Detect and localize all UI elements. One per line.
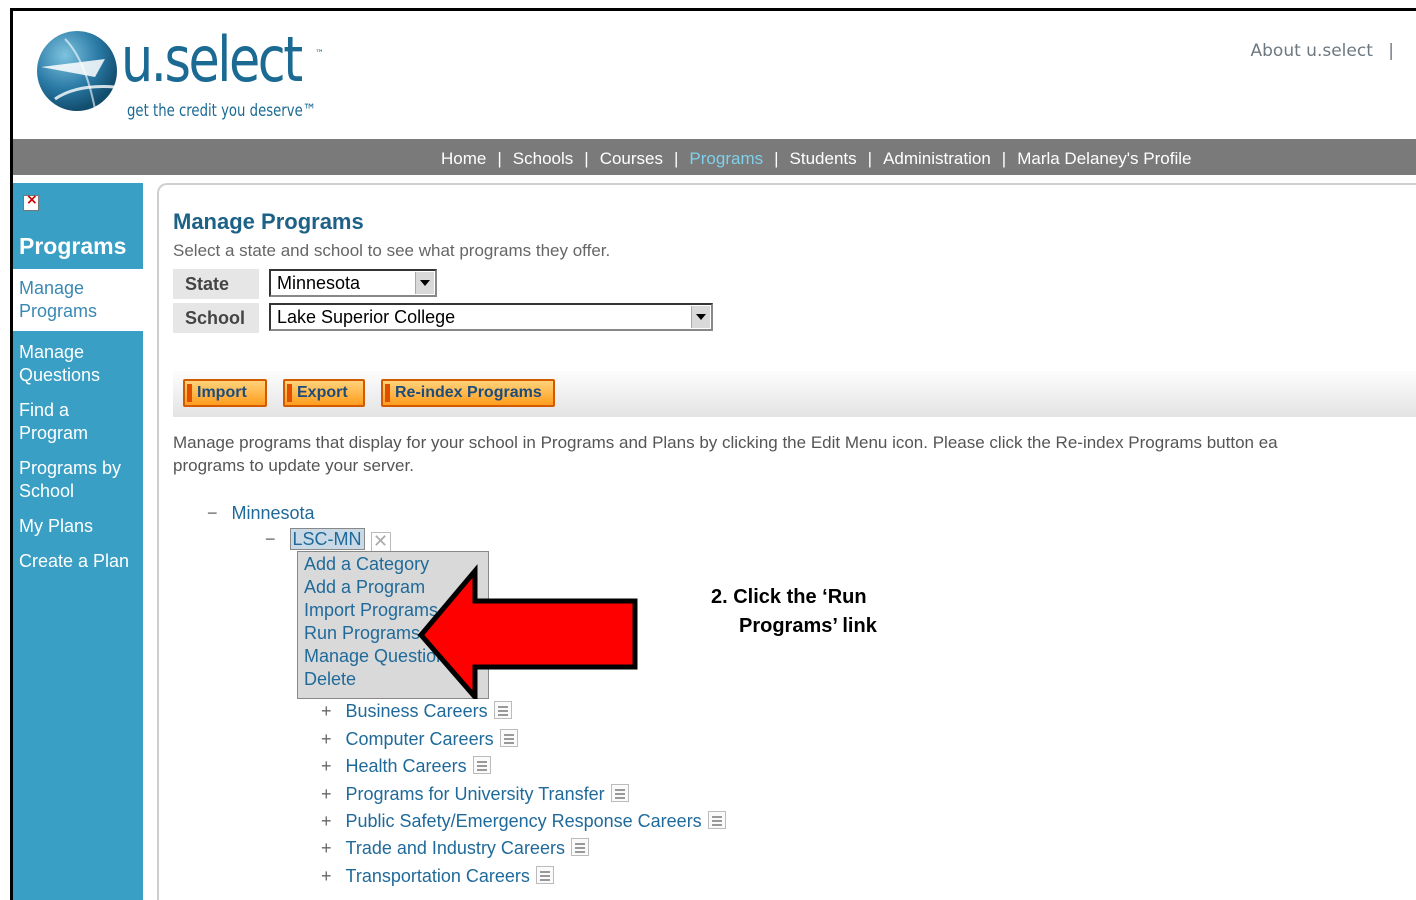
action-toolbar: Import Export Re-index Programs [173,371,1416,417]
expand-toggle[interactable]: + [321,866,332,886]
logo-tagline: get the credit you deserve™ [127,101,317,121]
tree-category-item: + Business Careers [321,701,512,722]
chevron-down-icon[interactable] [691,306,710,328]
collapse-toggle[interactable]: − [265,529,276,549]
sidebar-title: Programs [19,233,127,259]
tree-node-lscmn-label[interactable]: LSC-MN [289,528,365,550]
red-arrow-annotation [417,564,638,699]
collapse-toggle[interactable]: − [207,503,218,523]
nav-administration[interactable]: Administration [883,149,991,168]
page-frame: u.select ™ get the credit you deserve™ A… [10,8,1416,900]
expand-toggle[interactable]: + [321,811,332,831]
edit-menu-icon[interactable] [707,811,726,829]
tree-node-root: − Minnesota [207,503,315,524]
menu-item-add-category[interactable]: Add a Category [304,554,429,575]
nav-separator: | [1001,149,1007,168]
main-nav-bar: Home | Schools | Courses | Programs | Students | A… [13,139,1416,175]
edit-menu-icon[interactable] [570,838,589,856]
edit-menu-icon[interactable] [535,866,554,884]
tree-category-item: + Computer Careers [321,729,518,750]
about-link[interactable]: About u.select [1251,41,1373,61]
category-label[interactable]: Transportation Careers [346,866,530,886]
annotation-text: 2. Click the ‘Run Programs’ link [711,583,877,641]
edit-menu-icon[interactable] [499,729,518,747]
tree-category-item: + Health Careers [321,756,491,777]
menu-item-run-programs[interactable]: Run Programs [304,623,420,644]
category-label[interactable]: Public Safety/Emergency Response Careers [346,811,702,831]
page-title: Manage Programs [173,209,364,234]
sidebar-item-my-plans[interactable]: My Plans [13,511,143,546]
state-select-value: Minnesota [277,273,361,293]
nav-separator: | [674,149,679,168]
category-label[interactable]: Computer Careers [346,729,494,749]
expand-toggle[interactable]: + [321,784,332,804]
tree-category-item: + Trade and Industry Careers [321,838,589,859]
nav-separator: | [584,149,589,168]
menu-item-delete[interactable]: Delete [304,669,356,690]
chevron-down-icon[interactable] [415,272,434,294]
state-select[interactable]: Minnesota [269,269,437,297]
tree-node-lscmn: − LSC-MN ✕ [265,528,391,552]
nav-separator: | [497,149,502,168]
expand-toggle[interactable]: + [321,729,332,749]
sidebar-item-manage-questions[interactable]: Manage Questions [13,337,143,395]
instructions-text: Manage programs that display for your sc… [173,431,1416,477]
expand-toggle[interactable]: + [321,701,332,721]
edit-menu-icon[interactable] [610,784,629,802]
nav-programs[interactable]: Programs [689,149,763,168]
globe-logo-icon [37,31,117,111]
nav-schools[interactable]: Schools [513,149,573,168]
nav-separator: | [867,149,873,168]
reindex-programs-button[interactable]: Re-index Programs [381,379,555,407]
nav-courses[interactable]: Courses [600,149,663,168]
sidebar: Programs Manage Programs Manage Question… [13,183,143,900]
sidebar-item-manage-programs[interactable]: Manage Programs [13,269,143,331]
instructions-line-2: programs to update your server. [173,456,414,475]
top-link-separator: | [1388,41,1394,61]
category-label[interactable]: Health Careers [346,756,467,776]
school-label: School [173,303,259,333]
sidebar-menu: Manage Programs Manage Questions Find a … [13,269,143,581]
tree-category-item: + Programs for University Transfer [321,784,629,805]
edit-menu-icon[interactable] [493,701,512,719]
nav-students[interactable]: Students [790,149,857,168]
tree-category-item: + Transportation Careers [321,866,554,887]
school-select[interactable]: Lake Superior College [269,303,713,331]
import-button[interactable]: Import [183,379,267,407]
instructions-line-1: Manage programs that display for your sc… [173,433,1278,452]
nav-home[interactable]: Home [441,149,486,168]
logo-wordmark: u.select [121,23,303,96]
annotation-line-2: Programs’ link [739,615,877,637]
state-label: State [173,269,259,299]
sidebar-item-programs-by-school[interactable]: Programs by School [13,453,143,511]
school-select-value: Lake Superior College [277,307,456,327]
tree-root-label[interactable]: Minnesota [232,503,315,523]
category-label[interactable]: Programs for University Transfer [346,784,605,804]
expand-toggle[interactable]: + [321,756,332,776]
page-subtitle: Select a state and school to see what pr… [173,241,611,260]
export-button[interactable]: Export [283,379,365,407]
top-links: About u.select | [1251,41,1395,61]
close-icon[interactable] [23,192,39,211]
expand-toggle[interactable]: + [321,838,332,858]
sidebar-item-create-a-plan[interactable]: Create a Plan [13,546,143,581]
nav-separator: | [774,149,779,168]
logo-trademark: ™ [315,49,324,59]
sidebar-item-find-a-program[interactable]: Find a Program [13,395,143,453]
close-x-icon[interactable]: ✕ [370,532,391,552]
tree-category-item: + Public Safety/Emergency Response Career… [321,811,726,832]
main-panel: Manage Programs Select a state and schoo… [157,183,1416,900]
menu-item-add-program[interactable]: Add a Program [304,577,425,598]
category-label[interactable]: Business Careers [346,701,488,721]
annotation-line-1: 2. Click the ‘Run [711,586,867,608]
nav-profile[interactable]: Marla Delaney's Profile [1017,149,1191,168]
uselect-logo[interactable]: u.select ™ get the credit you deserve™ [35,21,335,131]
edit-menu-icon[interactable] [472,756,491,774]
category-label[interactable]: Trade and Industry Careers [346,838,565,858]
